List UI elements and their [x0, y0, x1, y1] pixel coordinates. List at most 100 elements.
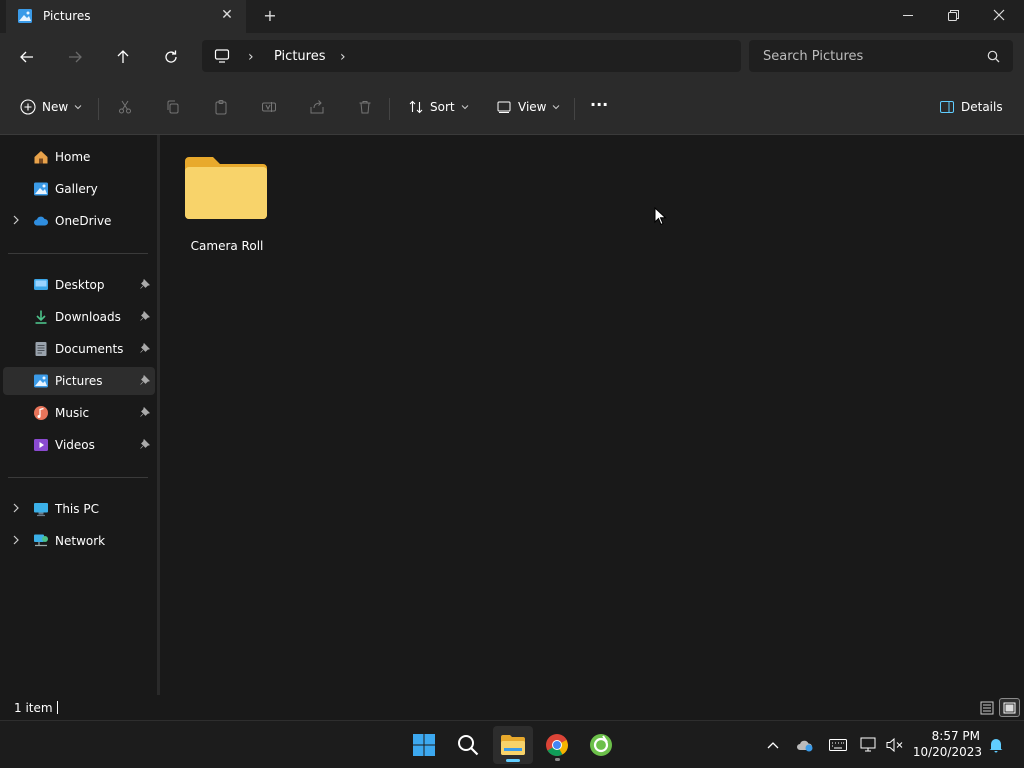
taskbar-file-explorer[interactable]	[493, 726, 533, 764]
new-tab-button[interactable]: +	[260, 6, 280, 26]
tab-title: Pictures	[43, 9, 91, 23]
address-bar[interactable]: › Pictures ›	[202, 40, 741, 72]
chevron-right-icon[interactable]: ›	[248, 49, 254, 65]
minimize-button[interactable]	[885, 0, 931, 30]
restore-button[interactable]	[930, 0, 976, 30]
item-count: 1 item	[14, 701, 53, 715]
sidebar-item-label: This PC	[55, 502, 99, 516]
search-input[interactable]	[749, 40, 1013, 72]
back-button[interactable]	[15, 45, 39, 69]
sidebar-item-label: Gallery	[55, 182, 98, 196]
chevron-right-icon[interactable]	[11, 534, 21, 546]
cloud-icon	[34, 216, 49, 226]
pin-icon[interactable]	[140, 375, 150, 385]
chrome-icon	[546, 734, 568, 756]
sort-button[interactable]: Sort	[408, 96, 469, 118]
computer-icon	[34, 503, 48, 517]
view-button[interactable]: View	[496, 96, 560, 118]
monitor-icon	[214, 49, 230, 63]
keyboard-icon	[829, 739, 847, 751]
taskbar-chrome[interactable]	[537, 726, 577, 764]
up-button[interactable]	[111, 45, 135, 69]
divider	[98, 98, 99, 120]
gallery-icon	[34, 182, 48, 196]
breadcrumb-pictures[interactable]: Pictures	[274, 49, 325, 64]
close-window-button[interactable]	[976, 0, 1022, 30]
pin-icon[interactable]	[140, 343, 150, 353]
copy-button[interactable]	[165, 96, 187, 118]
taskbar-app[interactable]	[581, 726, 621, 764]
tiles-view-icon	[1003, 702, 1016, 713]
delete-button[interactable]	[357, 96, 379, 118]
paste-button[interactable]	[213, 96, 235, 118]
active-app-indicator	[506, 759, 520, 762]
sidebar-item-network[interactable]: Network	[3, 527, 155, 555]
keyboard-tray-icon[interactable]	[828, 735, 848, 755]
document-icon	[35, 342, 47, 356]
sidebar-item-label: Network	[55, 534, 106, 548]
onedrive-tray-icon[interactable]	[795, 735, 815, 755]
divider	[8, 477, 148, 478]
sidebar-item-music[interactable]: Music	[3, 399, 155, 427]
minimize-icon	[902, 14, 913, 16]
clock-date[interactable]: 10/20/2023	[912, 745, 982, 759]
sort-label: Sort	[430, 100, 455, 114]
chevron-right-icon[interactable]	[11, 214, 21, 226]
chevron-down-icon	[461, 105, 468, 110]
file-list-view[interactable]: Camera Roll	[160, 135, 1024, 695]
pin-icon[interactable]	[140, 407, 150, 417]
sidebar-item-this-pc[interactable]: This PC	[3, 495, 155, 523]
details-view-button[interactable]	[977, 698, 996, 717]
details-pane-button[interactable]: Details	[939, 96, 1003, 118]
more-options-button[interactable]: ···	[590, 93, 608, 115]
chevron-right-icon[interactable]	[11, 502, 21, 514]
sidebar-item-label: Downloads	[55, 310, 121, 324]
pin-icon[interactable]	[140, 311, 150, 321]
sidebar-item-documents[interactable]: Documents	[3, 335, 155, 363]
search-icon[interactable]	[987, 50, 1000, 63]
sidebar-item-gallery[interactable]: Gallery	[3, 175, 155, 203]
file-explorer-icon	[501, 735, 525, 755]
close-tab-icon[interactable]: ✕	[218, 6, 236, 24]
sidebar-item-onedrive[interactable]: OneDrive	[3, 207, 155, 235]
pin-icon[interactable]	[140, 279, 150, 289]
divider	[8, 253, 148, 254]
tab-pictures[interactable]: Pictures ✕	[6, 0, 246, 33]
command-bar: New Sort View ··· Details	[0, 80, 1024, 135]
close-icon	[993, 9, 1005, 21]
sidebar-item-pictures[interactable]: Pictures	[3, 367, 155, 395]
divider	[574, 98, 575, 120]
sidebar-item-downloads[interactable]: Downloads	[3, 303, 155, 331]
taskbar-search-button[interactable]	[448, 726, 488, 764]
notifications-button[interactable]	[986, 735, 1006, 755]
clock-time[interactable]: 8:57 PM	[920, 729, 980, 743]
sidebar-item-desktop[interactable]: Desktop	[3, 271, 155, 299]
app-icon	[590, 734, 612, 756]
show-hidden-icons-button[interactable]	[763, 735, 783, 755]
sidebar-item-label: OneDrive	[55, 214, 112, 228]
large-icons-view-button[interactable]	[999, 698, 1020, 717]
chevron-right-icon[interactable]: ›	[340, 49, 346, 65]
plus-circle-icon	[20, 99, 36, 115]
refresh-button[interactable]	[159, 45, 183, 69]
pin-icon[interactable]	[140, 439, 150, 449]
share-icon	[310, 100, 324, 114]
home-icon	[34, 151, 48, 164]
desktop-icon	[34, 279, 48, 290]
trash-icon	[359, 101, 371, 114]
share-button[interactable]	[309, 96, 331, 118]
taskbar: 8:57 PM 10/20/2023	[0, 720, 1024, 768]
video-icon	[34, 439, 48, 451]
folder-item-camera-roll[interactable]: Camera Roll	[178, 149, 276, 261]
network-tray-icon[interactable]	[859, 735, 879, 755]
volume-tray-icon[interactable]	[885, 735, 905, 755]
sidebar-item-home[interactable]: Home	[3, 143, 155, 171]
forward-button[interactable]	[63, 45, 87, 69]
sidebar-item-videos[interactable]: Videos	[3, 431, 155, 459]
details-pane-icon	[940, 101, 954, 113]
rename-button[interactable]	[261, 96, 283, 118]
navigation-bar: › Pictures ›	[0, 33, 1024, 80]
new-button[interactable]: New	[20, 96, 82, 118]
cut-button[interactable]	[117, 96, 139, 118]
start-button[interactable]	[404, 726, 444, 764]
